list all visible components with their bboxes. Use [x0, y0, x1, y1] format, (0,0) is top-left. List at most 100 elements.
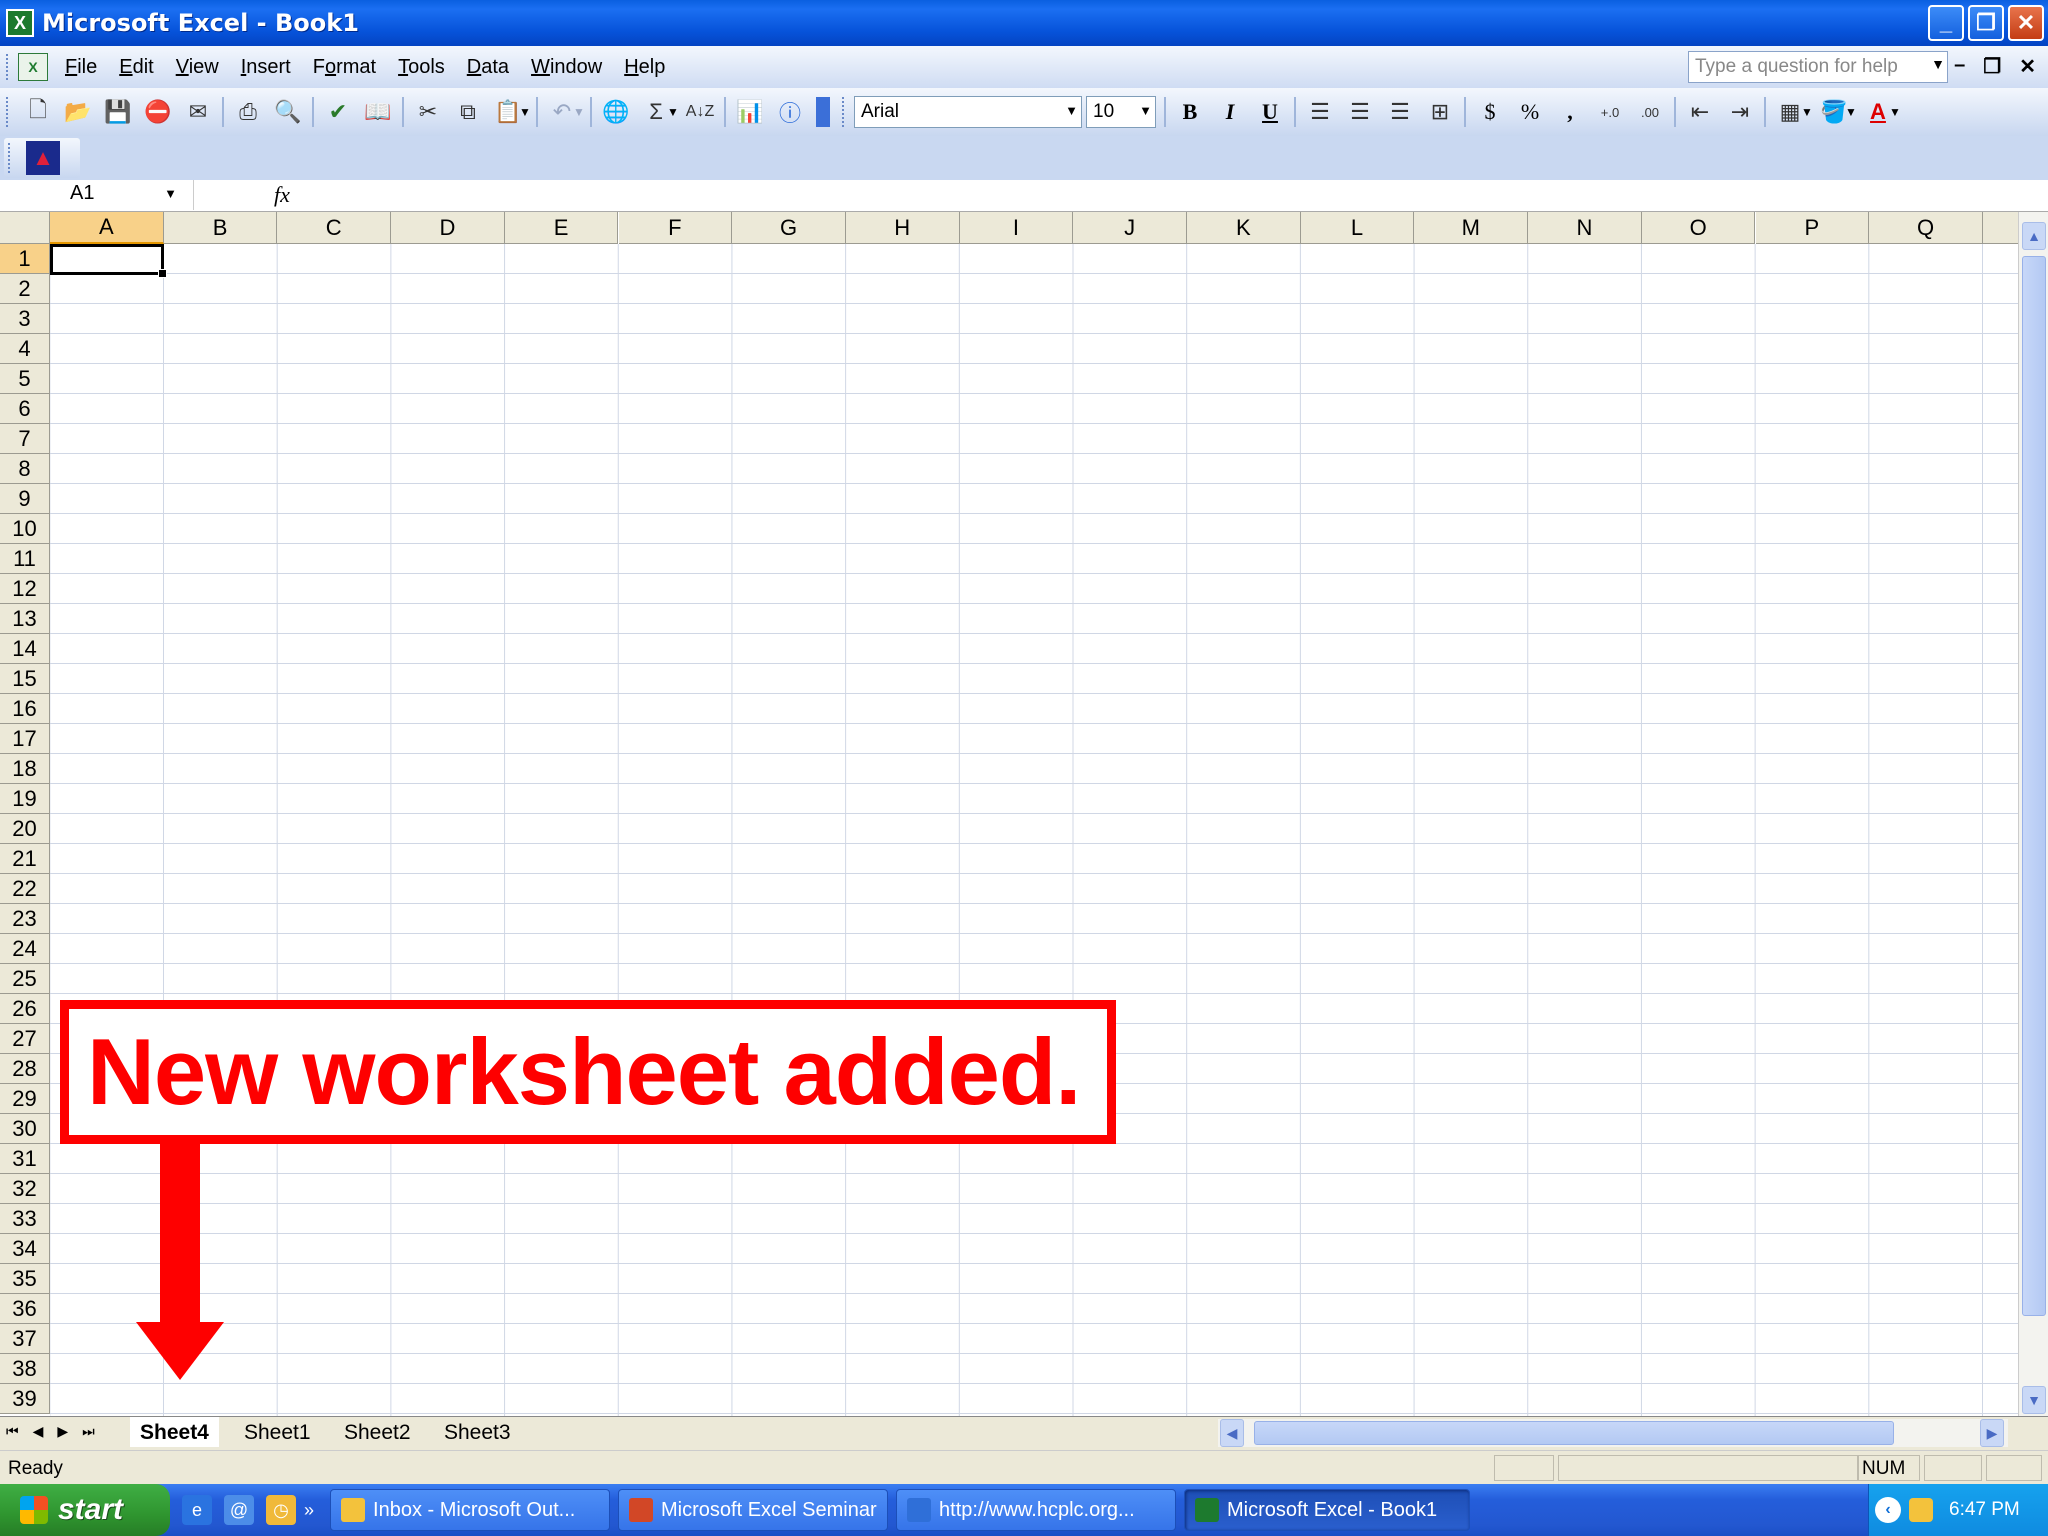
restore-button[interactable]: ❐ [1968, 5, 2004, 41]
column-header-p[interactable]: P [1755, 212, 1870, 244]
chevron-down-icon[interactable]: ▼ [666, 105, 680, 119]
quick-launch-chevron-icon[interactable]: » [304, 1500, 314, 1521]
row-header-34[interactable]: 34 [0, 1234, 50, 1264]
row-header-14[interactable]: 14 [0, 634, 50, 664]
row-header-7[interactable]: 7 [0, 424, 50, 454]
horizontal-scroll-thumb[interactable] [1254, 1421, 1894, 1445]
save-icon[interactable]: 💾 [98, 94, 138, 130]
row-header-24[interactable]: 24 [0, 934, 50, 964]
sheet-tab-sheet4[interactable]: Sheet4 [130, 1417, 219, 1447]
taskbar-button[interactable]: Microsoft Excel - Book1 [1184, 1489, 1471, 1531]
column-header-o[interactable]: O [1641, 212, 1756, 244]
scroll-left-icon[interactable]: ◀ [1220, 1419, 1244, 1447]
reminder-icon[interactable] [1909, 1498, 1933, 1522]
row-header-11[interactable]: 11 [0, 544, 50, 574]
row-header-6[interactable]: 6 [0, 394, 50, 424]
row-header-35[interactable]: 35 [0, 1264, 50, 1294]
research-icon[interactable]: 📖 [358, 94, 398, 130]
doc-minimize-icon[interactable]: – [1954, 54, 1965, 79]
toolbar-grip[interactable] [6, 54, 12, 80]
help-search-input[interactable]: Type a question for help ▼ [1688, 51, 1948, 83]
column-header-q[interactable]: Q [1869, 212, 1983, 244]
column-header-d[interactable]: D [391, 212, 505, 244]
menu-edit[interactable]: Edit [108, 56, 164, 79]
sort-ascending-icon[interactable]: A↓Z [680, 94, 720, 130]
name-box[interactable]: A1 ▼ [4, 180, 194, 210]
permission-icon[interactable]: ⛔ [138, 94, 178, 130]
vertical-scroll-thumb[interactable] [2022, 256, 2046, 1316]
formula-input[interactable] [310, 180, 2048, 210]
bold-button[interactable]: B [1170, 94, 1210, 130]
increase-decimal-icon[interactable]: +.0 [1590, 94, 1630, 130]
row-header-22[interactable]: 22 [0, 874, 50, 904]
worksheet-grid[interactable]: ABCDEFGHIJKLMNOPQ 1 2 3 4 5 6 7 8 9 10 11 12 13 14 15 1… [0, 212, 2018, 1416]
email-icon[interactable]: ✉ [178, 94, 218, 130]
decrease-indent-icon[interactable]: ⇤ [1680, 94, 1720, 130]
row-header-16[interactable]: 16 [0, 694, 50, 724]
horizontal-scrollbar[interactable]: ◀ ▶ [1218, 1419, 2008, 1447]
row-header-39[interactable]: 39 [0, 1384, 50, 1414]
new-icon[interactable]: 🗋 [18, 94, 58, 130]
chevron-down-icon[interactable]: ▼ [1065, 103, 1078, 118]
menu-tools[interactable]: Tools [387, 56, 456, 79]
comma-button[interactable]: , [1550, 94, 1590, 130]
decrease-decimal-icon[interactable]: .00 [1630, 94, 1670, 130]
italic-button[interactable]: I [1210, 94, 1250, 130]
doc-close-icon[interactable]: ✕ [2019, 54, 2036, 79]
chevron-down-icon[interactable]: ▼ [164, 186, 177, 201]
row-header-32[interactable]: 32 [0, 1174, 50, 1204]
column-header-i[interactable]: I [959, 212, 1074, 244]
doc-restore-icon[interactable]: ❐ [1983, 54, 2001, 79]
row-header-13[interactable]: 13 [0, 604, 50, 634]
column-header-m[interactable]: M [1414, 212, 1529, 244]
sheet-tab-sheet2[interactable]: Sheet2 [334, 1417, 421, 1447]
outlook-icon[interactable]: ◷ [266, 1495, 296, 1525]
row-header-28[interactable]: 28 [0, 1054, 50, 1084]
row-header-19[interactable]: 19 [0, 784, 50, 814]
row-header-2[interactable]: 2 [0, 274, 50, 304]
chevron-down-icon[interactable]: ▼ [572, 105, 586, 119]
percent-button[interactable]: % [1510, 94, 1550, 130]
toolbar-options-icon[interactable] [816, 97, 830, 127]
open-icon[interactable]: 📂 [58, 94, 98, 130]
close-button[interactable]: ✕ [2008, 5, 2044, 41]
taskbar-button[interactable]: Inbox - Microsoft Out... [330, 1489, 611, 1531]
menu-view[interactable]: View [165, 56, 230, 79]
row-header-12[interactable]: 12 [0, 574, 50, 604]
show-hidden-icons-icon[interactable]: ‹ [1875, 1497, 1901, 1523]
menu-window[interactable]: Window [520, 56, 613, 79]
toolbar-grip[interactable] [6, 97, 12, 127]
start-button[interactable]: start [0, 1484, 170, 1536]
row-header-30[interactable]: 30 [0, 1114, 50, 1144]
menu-insert[interactable]: Insert [230, 56, 302, 79]
row-header-4[interactable]: 4 [0, 334, 50, 364]
chevron-down-icon[interactable]: ▼ [518, 105, 532, 119]
row-header-5[interactable]: 5 [0, 364, 50, 394]
column-header-c[interactable]: C [277, 212, 392, 244]
print-preview-icon[interactable]: 🔍 [268, 94, 308, 130]
row-header-31[interactable]: 31 [0, 1144, 50, 1174]
taskbar-button[interactable]: Microsoft Excel Seminar [618, 1489, 889, 1531]
row-header-8[interactable]: 8 [0, 454, 50, 484]
chevron-down-icon[interactable]: ▼ [1800, 105, 1814, 119]
help-icon[interactable]: ⓘ [770, 94, 810, 130]
menu-file[interactable]: File [54, 56, 108, 79]
select-all-corner[interactable] [0, 212, 50, 244]
column-header-b[interactable]: B [163, 212, 278, 244]
row-header-29[interactable]: 29 [0, 1084, 50, 1114]
hyperlink-icon[interactable]: 🌐 [596, 94, 636, 130]
internet-explorer-icon[interactable]: e [182, 1495, 212, 1525]
sheet-tab-sheet3[interactable]: Sheet3 [434, 1417, 521, 1447]
chevron-down-icon[interactable]: ▼ [1888, 105, 1902, 119]
chevron-down-icon[interactable]: ▼ [1931, 56, 1945, 72]
spelling-icon[interactable]: ✔ [318, 94, 358, 130]
align-center-icon[interactable]: ☰ [1340, 94, 1380, 130]
merge-center-icon[interactable]: ⊞ [1420, 94, 1460, 130]
row-header-10[interactable]: 10 [0, 514, 50, 544]
column-header-a[interactable]: A [50, 212, 164, 244]
vertical-scrollbar[interactable]: ▲ ▼ [2018, 212, 2048, 1416]
row-header-37[interactable]: 37 [0, 1324, 50, 1354]
currency-button[interactable]: $ [1470, 94, 1510, 130]
row-header-20[interactable]: 20 [0, 814, 50, 844]
active-cell[interactable] [50, 244, 167, 278]
